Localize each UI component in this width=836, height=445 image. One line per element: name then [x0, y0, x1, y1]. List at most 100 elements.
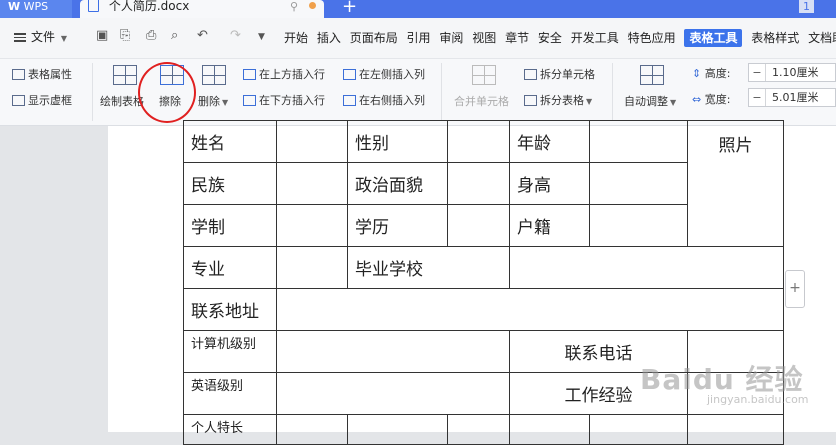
table-cell[interactable] — [276, 162, 348, 205]
new-tab-button[interactable]: + — [342, 0, 357, 17]
ribbon-divider — [441, 63, 442, 121]
table-cell[interactable] — [509, 246, 784, 289]
table-cell[interactable]: 个人特长 — [183, 414, 277, 445]
table-cell[interactable] — [276, 330, 510, 373]
table-cell[interactable] — [687, 414, 784, 445]
customize-quick-access-icon[interactable]: ▼ — [258, 32, 265, 42]
tab-insert[interactable]: 插入 — [317, 31, 341, 45]
tab-references[interactable]: 引用 — [407, 31, 431, 45]
table-cell[interactable]: 身高 — [509, 162, 590, 205]
table-cell[interactable] — [276, 288, 784, 331]
share-icon[interactable]: ⎘ — [120, 28, 130, 43]
tab-special-apps[interactable]: 特色应用 — [628, 31, 676, 45]
insert-row-below-label: 在下方插入行 — [259, 94, 325, 107]
ribbon-divider — [92, 63, 93, 121]
table-cell[interactable]: 民族 — [183, 162, 277, 205]
table-cell[interactable] — [509, 414, 590, 445]
table-cell[interactable]: 毕业学校 — [347, 246, 510, 289]
table-cell[interactable] — [589, 204, 688, 247]
auto-fit-button[interactable]: 自动调整 ▼ — [624, 93, 676, 109]
table-cell[interactable]: 姓名 — [183, 120, 277, 163]
auto-fit-label: 自动调整 — [624, 95, 668, 108]
chevron-down-icon: ▼ — [60, 34, 67, 43]
table-cell[interactable] — [276, 372, 510, 415]
tab-table-style[interactable]: 表格样式 — [751, 31, 799, 45]
merge-cells-button[interactable]: 合并单元格 — [454, 93, 509, 109]
modified-dot-icon — [309, 2, 316, 9]
split-table-label: 拆分表格 — [540, 94, 584, 107]
pin-icon[interactable]: ⚲ — [290, 1, 298, 13]
photo-cell[interactable]: 照片 — [687, 120, 784, 247]
table-cell[interactable] — [589, 120, 688, 163]
table-row: 专业 毕业学校 — [183, 246, 784, 289]
table-row: 个人特长 — [183, 414, 784, 445]
table-cell[interactable]: 联系地址 — [183, 288, 277, 331]
wps-home-tab[interactable]: W WPS — [0, 0, 72, 18]
table-cell[interactable] — [447, 162, 510, 205]
table-cell[interactable] — [447, 120, 510, 163]
insert-row-above-button[interactable]: 在上方插入行 — [243, 66, 325, 82]
table-properties-icon — [12, 68, 25, 80]
table-cell[interactable]: 性别 — [347, 120, 448, 163]
table-cell[interactable] — [276, 414, 348, 445]
table-cell[interactable]: 英语级别 — [183, 372, 277, 415]
tab-security[interactable]: 安全 — [538, 31, 562, 45]
print-icon[interactable]: ⎙ — [146, 28, 156, 43]
show-gridlines-button[interactable]: 显示虚框 — [12, 92, 72, 108]
table-cell[interactable]: 政治面貌 — [347, 162, 448, 205]
column-width-field[interactable]: −5.01厘米 — [748, 88, 836, 107]
tab-section[interactable]: 章节 — [505, 31, 529, 45]
table-properties-button[interactable]: 表格属性 — [12, 66, 72, 82]
table-cell[interactable]: 年龄 — [509, 120, 590, 163]
document-tab[interactable]: 个人简历.docx ⚲ — [80, 0, 324, 18]
tab-review[interactable]: 审阅 — [439, 31, 463, 45]
table-cell[interactable]: 专业 — [183, 246, 277, 289]
watermark-url: jingyan.baidu.com — [707, 393, 809, 406]
insert-column-right-button[interactable]: 在右侧插入列 — [343, 92, 425, 108]
wps-logo-icon: W — [8, 0, 21, 13]
table-cell[interactable] — [447, 204, 510, 247]
redo-icon[interactable]: ↷ — [230, 28, 241, 43]
window-count-badge[interactable]: 1 — [799, 0, 814, 13]
tab-table-tools[interactable]: 表格工具 — [684, 29, 743, 47]
save-icon[interactable]: ▣ — [96, 28, 108, 43]
table-cell[interactable] — [276, 120, 348, 163]
document-margin-area — [0, 126, 108, 432]
file-menu-button[interactable]: 文件 ▼ — [14, 28, 67, 45]
insert-column-left-button[interactable]: 在左侧插入列 — [343, 66, 425, 82]
table-cell[interactable]: 户籍 — [509, 204, 590, 247]
insert-column-right-icon — [343, 94, 356, 106]
table-cell[interactable] — [276, 204, 348, 247]
split-table-button[interactable]: 拆分表格 ▼ — [524, 92, 592, 108]
delete-button[interactable]: 删除 ▼ — [198, 93, 228, 109]
draw-table-icon — [113, 65, 137, 85]
chevron-down-icon: ▼ — [670, 98, 677, 107]
table-properties-label: 表格属性 — [28, 68, 72, 81]
table-cell[interactable] — [276, 246, 348, 289]
print-preview-icon[interactable]: ⌕ — [171, 28, 178, 43]
table-cell[interactable]: 学制 — [183, 204, 277, 247]
split-cells-button[interactable]: 拆分单元格 — [524, 66, 595, 82]
delete-table-icon — [202, 65, 226, 85]
table-cell[interactable]: 计算机级别 — [183, 330, 277, 373]
row-height-decrement-button[interactable]: − — [749, 64, 766, 81]
title-bar: W WPS 个人简历.docx ⚲ + 1 — [0, 0, 836, 18]
table-row: 联系地址 — [183, 288, 784, 331]
column-width-decrement-button[interactable]: − — [749, 89, 766, 106]
ribbon-tabs: 开始 插入 页面布局 引用 审阅 视图 章节 安全 开发工具 特色应用 表格工具… — [284, 29, 836, 47]
tab-doc-assistant[interactable]: 文档助手 — [808, 31, 836, 45]
tab-developer[interactable]: 开发工具 — [571, 31, 619, 45]
table-cell[interactable] — [447, 414, 510, 445]
table-cell[interactable] — [589, 162, 688, 205]
tab-page-layout[interactable]: 页面布局 — [350, 31, 398, 45]
table-cell[interactable]: 学历 — [347, 204, 448, 247]
tab-home[interactable]: 开始 — [284, 31, 308, 45]
undo-icon[interactable]: ↶ — [197, 28, 208, 43]
insert-row-below-button[interactable]: 在下方插入行 — [243, 92, 325, 108]
table-cell[interactable] — [589, 414, 688, 445]
side-panel-toggle-button[interactable]: + — [785, 270, 805, 308]
row-height-field[interactable]: −1.10厘米 — [748, 63, 836, 82]
table-cell[interactable] — [347, 414, 448, 445]
tab-view[interactable]: 视图 — [472, 31, 496, 45]
watermark-logo: Baidu 经验 — [640, 363, 804, 396]
